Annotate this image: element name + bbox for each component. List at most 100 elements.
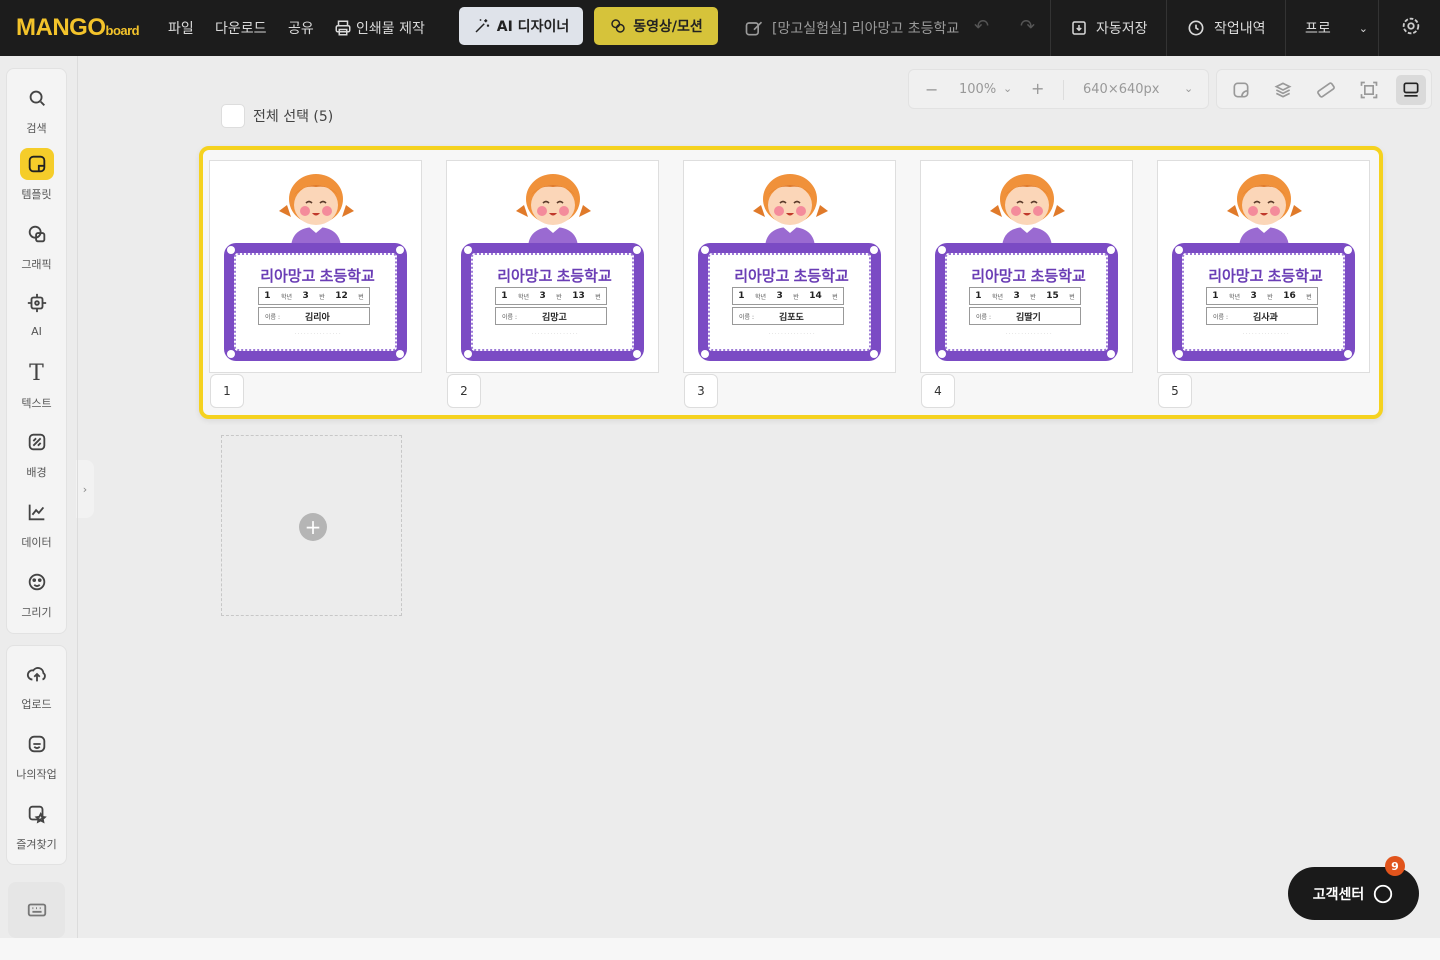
menu-print-label: 인쇄물 제작 bbox=[356, 21, 425, 37]
page-number[interactable]: 4 bbox=[921, 374, 955, 408]
tag-corner bbox=[701, 350, 709, 358]
ruler-icon[interactable] bbox=[1311, 75, 1341, 105]
sidebar-collapse-handle[interactable]: › bbox=[76, 460, 94, 518]
page-number[interactable]: 1 bbox=[210, 374, 244, 408]
page-grid-view-icon[interactable] bbox=[1396, 75, 1426, 105]
ai-icon bbox=[20, 287, 54, 319]
number-label: 번 bbox=[1069, 293, 1075, 301]
page-thumbnail[interactable]: 리아망고 초등학교 1 학년 3 반 14 번 이름 : 김포도 · · · ·… bbox=[683, 160, 896, 373]
search-icon bbox=[20, 82, 54, 114]
sidebar-item-ai[interactable]: AI bbox=[6, 287, 67, 338]
sidebar-item-background[interactable]: 배경 bbox=[6, 426, 67, 480]
grade-label: 학년 bbox=[754, 293, 767, 301]
chat-bubble-icon bbox=[1374, 884, 1393, 903]
select-all-checkbox[interactable]: 전체 선택 (5) bbox=[221, 104, 333, 128]
sidebar-item-text[interactable]: T 텍스트 bbox=[6, 357, 67, 411]
school-name: 리아망고 초등학교 bbox=[497, 268, 612, 285]
sidebar-label: 업로드 bbox=[21, 698, 52, 711]
autosave-label: 자동저장 bbox=[1096, 21, 1148, 37]
class-info-row: 1 학년 3 반 15 번 bbox=[969, 287, 1081, 305]
sidebar-item-upload[interactable]: 업로드 bbox=[6, 658, 67, 712]
menu-print[interactable]: 인쇄물 제작 bbox=[334, 18, 425, 38]
name-tag-inner: 리아망고 초등학교 1 학년 3 반 15 번 이름 : 김딸기 · · · ·… bbox=[945, 253, 1108, 351]
name-tag: 리아망고 초등학교 1 학년 3 반 12 번 이름 : 김리아 · · · ·… bbox=[224, 243, 407, 361]
student-number: 12 bbox=[335, 291, 348, 301]
page-thumbnail[interactable]: 리아망고 초등학교 1 학년 3 반 15 번 이름 : 김딸기 · · · ·… bbox=[920, 160, 1133, 373]
plus-icon: + bbox=[299, 513, 327, 541]
canvas-size[interactable]: 640×640px bbox=[1083, 82, 1159, 97]
name-label: 이름 : bbox=[1213, 313, 1228, 321]
zoom-out-icon[interactable]: − bbox=[925, 80, 938, 99]
keyboard-shortcut-button[interactable] bbox=[8, 882, 65, 938]
name-tag: 리아망고 초등학교 1 학년 3 반 16 번 이름 : 김사과 · · · ·… bbox=[1172, 243, 1355, 361]
tag-corner bbox=[396, 246, 404, 254]
name-tag-inner: 리아망고 초등학교 1 학년 3 반 12 번 이름 : 김리아 · · · ·… bbox=[234, 253, 397, 351]
grade-label: 학년 bbox=[280, 293, 293, 301]
plan-dropdown[interactable]: 프로 ⌄ bbox=[1305, 18, 1368, 38]
settings-gear-icon[interactable] bbox=[1400, 15, 1422, 37]
template-icon bbox=[19, 148, 54, 180]
menu-file[interactable]: 파일 bbox=[168, 18, 194, 38]
sticker-icon[interactable] bbox=[1226, 75, 1256, 105]
add-page-button[interactable]: + bbox=[221, 435, 402, 616]
divider bbox=[1050, 0, 1051, 56]
name-label: 이름 : bbox=[502, 313, 517, 321]
student-name: 김사과 bbox=[1253, 312, 1278, 323]
background-icon bbox=[20, 426, 54, 458]
sidebar-item-graphic[interactable]: 그래픽 bbox=[6, 218, 67, 272]
student-name: 김망고 bbox=[542, 312, 567, 323]
page-thumbnail[interactable]: 리아망고 초등학교 1 학년 3 반 13 번 이름 : 김망고 · · · ·… bbox=[446, 160, 659, 373]
grade-label: 학년 bbox=[991, 293, 1004, 301]
chart-icon bbox=[20, 496, 54, 528]
video-motion-button[interactable]: 동영상/모션 bbox=[594, 7, 718, 45]
bottom-strip bbox=[0, 938, 1440, 960]
menu-download[interactable]: 다운로드 bbox=[215, 18, 267, 38]
layers-icon[interactable] bbox=[1268, 75, 1298, 105]
page-number[interactable]: 5 bbox=[1158, 374, 1192, 408]
ai-designer-button[interactable]: AI 디자이너 bbox=[459, 7, 583, 45]
document-title[interactable]: [망고실험실] 리아망고 초등학교 bbox=[744, 18, 959, 38]
history-button[interactable]: 작업내역 bbox=[1186, 18, 1266, 38]
menu-file-label: 파일 bbox=[168, 21, 194, 37]
tag-footer-line: · · · · · · · · · · · · · · · bbox=[294, 331, 341, 337]
sidebar-item-template[interactable]: 템플릿 bbox=[6, 148, 67, 202]
chevron-down-icon[interactable]: ⌄ bbox=[1184, 82, 1193, 95]
tag-corner bbox=[1344, 246, 1352, 254]
zoom-in-icon[interactable]: + bbox=[1031, 79, 1044, 98]
class-value: 3 bbox=[1250, 291, 1257, 301]
zoom-level[interactable]: 100% bbox=[959, 82, 996, 97]
sidebar-label: 검색 bbox=[26, 122, 47, 135]
fit-screen-icon[interactable] bbox=[1354, 75, 1384, 105]
chevron-down-icon[interactable]: ⌄ bbox=[1003, 82, 1012, 95]
sidebar-item-data[interactable]: 데이터 bbox=[6, 496, 67, 550]
class-info-row: 1 학년 3 반 16 번 bbox=[1206, 287, 1318, 305]
select-all-label: 전체 선택 (5) bbox=[253, 109, 334, 125]
page-number[interactable]: 3 bbox=[684, 374, 718, 408]
view-toolbar bbox=[1216, 69, 1432, 109]
printer-icon bbox=[335, 20, 351, 36]
girl-illustration bbox=[279, 174, 354, 249]
sidebar-label: 배경 bbox=[26, 466, 47, 479]
sidebar-item-my-work[interactable]: 나의작업 bbox=[6, 728, 67, 782]
tag-corner bbox=[227, 246, 235, 254]
sidebar-item-search[interactable]: 검색 bbox=[6, 82, 67, 136]
girl-illustration bbox=[1227, 174, 1302, 249]
autosave-icon bbox=[1072, 21, 1086, 35]
menu-share[interactable]: 공유 bbox=[288, 18, 314, 38]
page-thumbnail[interactable]: 리아망고 초등학교 1 학년 3 반 16 번 이름 : 김사과 · · · ·… bbox=[1157, 160, 1370, 373]
logo[interactable]: MANGOboard bbox=[16, 14, 140, 42]
sidebar-item-draw[interactable]: 그리기 bbox=[6, 566, 67, 620]
zoom-toolbar: − 100% ⌄ + 640×640px ⌄ bbox=[908, 69, 1209, 109]
page-number[interactable]: 2 bbox=[447, 374, 481, 408]
autosave-button[interactable]: 자동저장 bbox=[1070, 18, 1148, 38]
undo-icon[interactable]: ↶ bbox=[974, 16, 989, 37]
page-thumbnail[interactable]: 리아망고 초등학교 1 학년 3 반 12 번 이름 : 김리아 · · · ·… bbox=[209, 160, 422, 373]
sidebar-label: AI bbox=[31, 325, 42, 338]
redo-icon[interactable]: ↷ bbox=[1020, 16, 1035, 37]
graphic-icon bbox=[20, 218, 54, 250]
name-row: 이름 : 김망고 bbox=[495, 307, 607, 325]
checkbox[interactable] bbox=[221, 104, 245, 128]
name-label: 이름 : bbox=[976, 313, 991, 321]
sidebar-item-favorites[interactable]: 즐겨찾기 bbox=[6, 798, 67, 852]
tag-corner bbox=[464, 246, 472, 254]
